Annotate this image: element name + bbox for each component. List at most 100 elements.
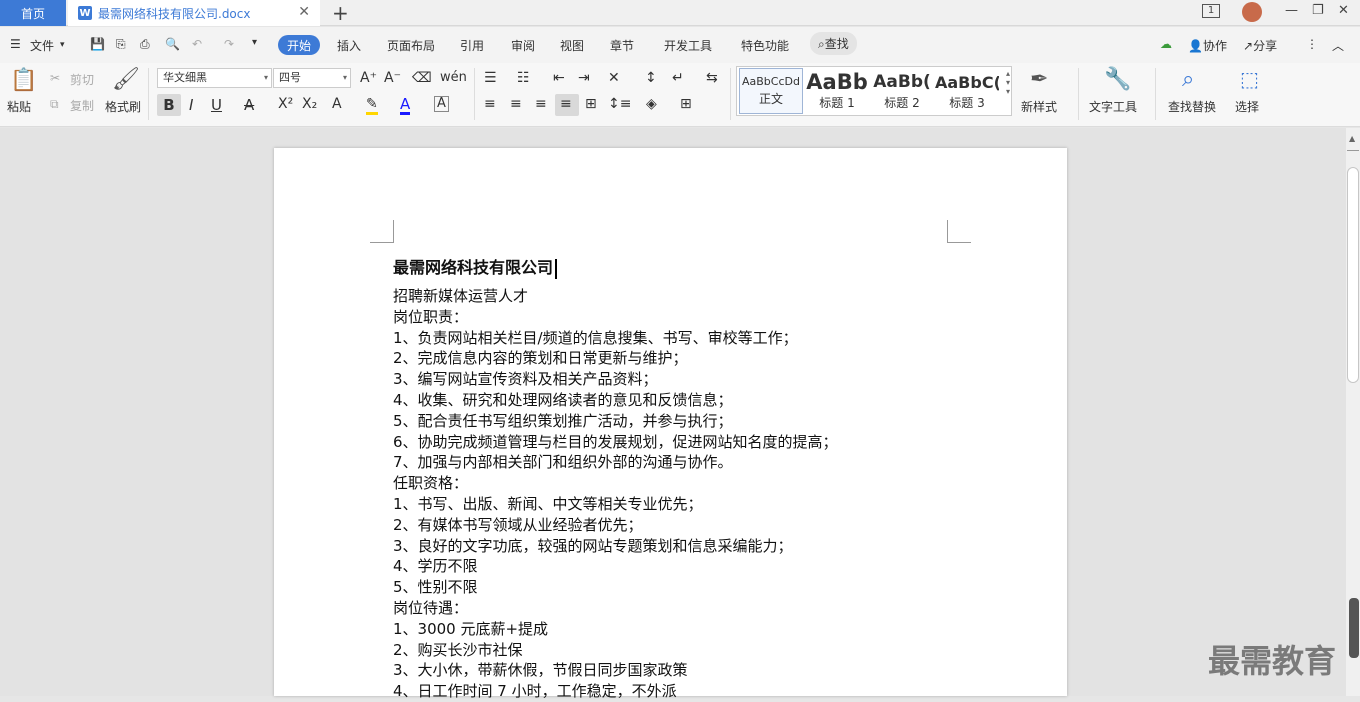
save-icon[interactable]: 💾 [90, 37, 105, 51]
text-tools-button[interactable]: 文字工具 [1089, 98, 1137, 115]
share-label: 分享 [1253, 39, 1278, 53]
format-painter-icon[interactable]: 🖌 [112, 67, 140, 92]
numbered-list-icon[interactable]: ☷ [517, 70, 530, 86]
cloud-sync-icon[interactable]: ☁ [1160, 37, 1172, 51]
style-heading-2[interactable]: AaBb( 标题 2 [870, 68, 934, 114]
print-preview-icon[interactable]: 🔍 [165, 37, 180, 51]
clear-format-icon[interactable]: ⌫ [412, 70, 432, 86]
doc-line: 2、完成信息内容的策划和日常更新与维护； [393, 349, 688, 368]
wrench-icon[interactable]: 🔧 [1104, 67, 1131, 92]
sort-icon[interactable]: ↕ [645, 70, 657, 86]
collab-button[interactable]: 👤协作 [1188, 37, 1227, 54]
bullet-list-icon[interactable]: ☰ [484, 70, 497, 86]
subscript-button[interactable]: X₂ [302, 96, 317, 112]
copy-icon[interactable]: ⧉ [50, 97, 59, 112]
restore-icon[interactable]: ❐ [1312, 3, 1324, 18]
highlight-icon[interactable]: ✎ [366, 96, 378, 115]
distributed-icon[interactable]: ⊞ [585, 96, 597, 112]
new-tab-button[interactable]: + [332, 1, 349, 25]
hamburger-icon[interactable]: ☰ [10, 37, 21, 51]
line-spacing-icon[interactable]: ↕≡ [608, 96, 631, 112]
search-icon[interactable]: ⌕ [1182, 67, 1194, 92]
italic-button[interactable]: I [189, 96, 193, 114]
select-button[interactable]: 选择 [1235, 98, 1259, 115]
show-marks-icon[interactable]: ↵ [672, 70, 684, 86]
chinese-layout-icon[interactable]: ✕ [608, 70, 620, 86]
format-painter-button[interactable]: 格式刷 [105, 98, 141, 115]
font-color-icon[interactable]: A [400, 96, 411, 115]
style-heading-1[interactable]: AaBb 标题 1 [805, 68, 869, 114]
print-icon[interactable]: ⎙ [140, 37, 150, 52]
shrink-font-icon[interactable]: A⁻ [384, 70, 401, 86]
border-icon[interactable]: ⊞ [680, 96, 692, 112]
select-icon[interactable]: ⬚ [1240, 67, 1259, 91]
document-title-text: 最需网络科技有限公司 [393, 258, 554, 277]
menu-special[interactable]: 特色功能 [741, 37, 789, 54]
cut-icon[interactable]: ✂ [50, 71, 60, 85]
text-effect-icon[interactable]: A [332, 96, 342, 112]
style-scroll-icon[interactable]: ▴ ▾ ▾ [1006, 69, 1010, 96]
home-tab[interactable]: 首页 [0, 0, 66, 26]
user-icon: 👤 [1188, 39, 1203, 53]
margin-corner [370, 220, 394, 243]
phonetic-guide-icon[interactable]: wén [440, 70, 467, 85]
font-size-select[interactable]: 四号 ▾ [273, 68, 351, 88]
tab-marks-icon[interactable]: ⇆ [706, 70, 718, 86]
menu-view[interactable]: 视图 [560, 37, 584, 54]
document-body[interactable]: 招聘新媒体运营人才 岗位职责： 1、负责网站相关栏目/频道的信息搜集、书写、审校… [393, 286, 953, 702]
menu-home[interactable]: 开始 [278, 35, 320, 55]
scroll-up-icon[interactable]: ▲ [1349, 134, 1355, 143]
paste-button[interactable]: 粘贴 [7, 98, 31, 115]
increase-indent-icon[interactable]: ⇥ [578, 70, 590, 86]
cut-button[interactable]: 剪切 [70, 71, 94, 88]
share-icon: ↗ [1243, 39, 1254, 53]
menu-review[interactable]: 审阅 [511, 37, 535, 54]
menu-references[interactable]: 引用 [460, 37, 484, 54]
redo-icon[interactable]: ↷ [224, 37, 234, 51]
menu-file[interactable]: 文件 [30, 37, 54, 54]
copy-button[interactable]: 复制 [70, 97, 94, 114]
close-window-icon[interactable]: ✕ [1338, 3, 1349, 18]
tab-count-icon[interactable]: 1 [1202, 4, 1220, 18]
shading-icon[interactable]: ◈ [646, 96, 657, 112]
share-button[interactable]: ↗分享 [1243, 37, 1277, 54]
font-name-value: 华文细黑 [163, 71, 207, 84]
chevron-down-icon[interactable]: ▾ [60, 40, 65, 50]
char-border-icon[interactable]: A [434, 96, 449, 112]
strikethrough-button[interactable]: A [244, 96, 254, 114]
decrease-indent-icon[interactable]: ⇤ [553, 70, 565, 86]
style-preview: AaBb [806, 70, 868, 94]
paste-icon[interactable]: 📋 [10, 68, 37, 93]
superscript-button[interactable]: X² [278, 96, 293, 112]
more-icon[interactable]: ⋮ [1306, 37, 1318, 51]
bold-button[interactable]: B [157, 94, 181, 116]
align-left-icon[interactable]: ≡ [484, 96, 496, 112]
new-style-button[interactable]: 新样式 [1021, 98, 1057, 115]
menu-developer[interactable]: 开发工具 [664, 37, 712, 54]
style-normal[interactable]: AaBbCcDd 正文 [739, 68, 803, 114]
font-name-select[interactable]: 华文细黑 ▾ [157, 68, 272, 88]
menu-section[interactable]: 章节 [610, 37, 634, 54]
search-button[interactable]: ⌕查找 [810, 32, 857, 55]
scrollbar-thumb[interactable] [1347, 167, 1359, 383]
underline-button[interactable]: U [211, 96, 222, 114]
quick-access-more-icon[interactable]: ▾ [252, 37, 257, 48]
grow-font-icon[interactable]: A⁺ [360, 70, 377, 86]
undo-icon[interactable]: ↶ [192, 37, 202, 51]
find-replace-button[interactable]: 查找替换 [1168, 98, 1216, 115]
doc-line: 1、书写、出版、新闻、中文等相关专业优先； [393, 494, 703, 513]
close-tab-icon[interactable]: ✕ [298, 4, 310, 20]
new-style-icon[interactable]: ✒ [1030, 67, 1048, 92]
style-heading-3[interactable]: AaBbC( 标题 3 [935, 68, 999, 114]
align-center-icon[interactable]: ≡ [510, 96, 522, 112]
minimize-icon[interactable]: — [1285, 3, 1298, 18]
export-icon[interactable]: ⎘ [116, 37, 126, 52]
avatar[interactable] [1242, 2, 1262, 22]
document-tab[interactable]: W 最需网络科技有限公司.docx ✕ [68, 0, 320, 26]
align-right-icon[interactable]: ≡ [535, 96, 547, 112]
page-nav-handle[interactable] [1349, 598, 1359, 658]
menu-page-layout[interactable]: 页面布局 [387, 37, 435, 54]
document-title[interactable]: 最需网络科技有限公司 [393, 254, 557, 279]
collapse-ribbon-icon[interactable]: ︿ [1332, 37, 1344, 54]
menu-insert[interactable]: 插入 [337, 37, 361, 54]
